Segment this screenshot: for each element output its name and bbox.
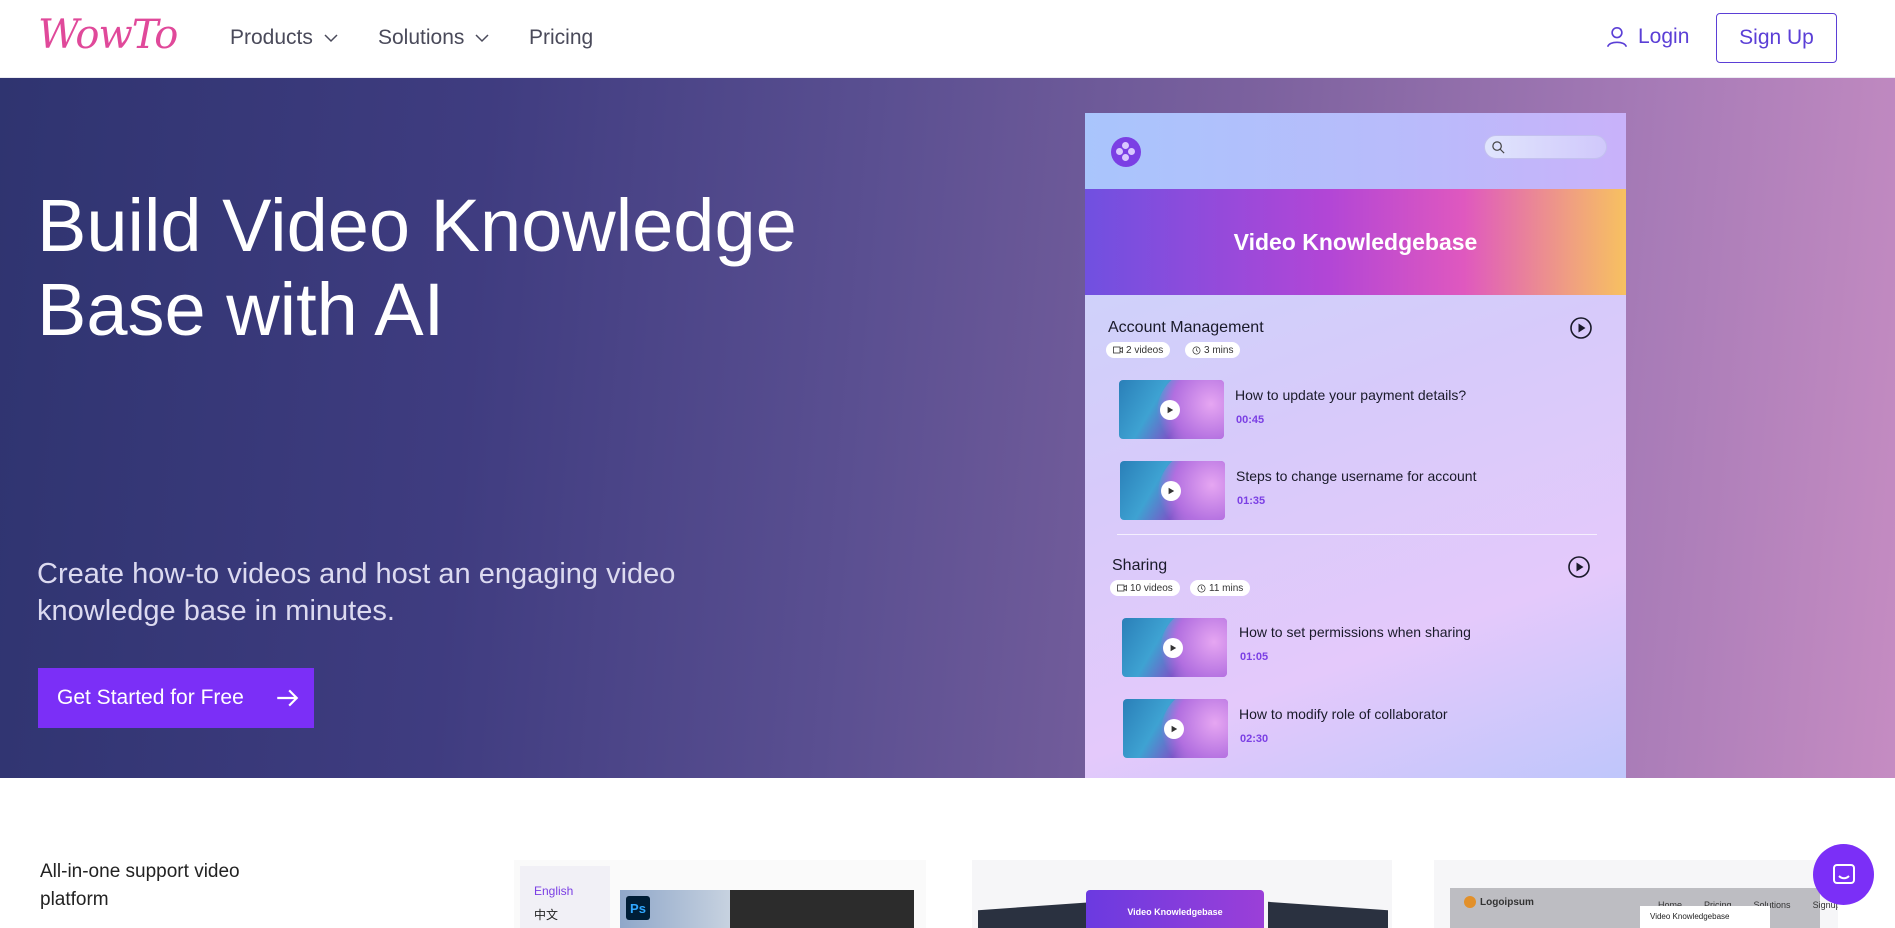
arrow-right-icon <box>277 689 299 707</box>
video-time: 01:05 <box>1240 651 1269 663</box>
platform-heading: All-in-one support video platform <box>40 861 240 910</box>
video-thumbnail[interactable] <box>1123 699 1228 758</box>
preview-panel <box>1268 901 1388 928</box>
video-title[interactable]: Steps to change username for account <box>1236 468 1476 484</box>
mockup-header <box>1085 113 1626 189</box>
play-icon[interactable] <box>1569 316 1593 340</box>
login-link[interactable]: Login <box>1604 24 1689 50</box>
logo-text: Logoipsum <box>1480 896 1534 908</box>
video-title[interactable]: How to update your payment details? <box>1235 387 1466 403</box>
editor-preview: Ps <box>620 890 914 928</box>
section-title: Sharing <box>1112 557 1168 574</box>
mockup-banner: Video Knowledgebase <box>1085 189 1626 295</box>
logo-icon <box>1464 896 1476 908</box>
clock-icon <box>1192 346 1201 354</box>
mockup-search-input[interactable] <box>1484 135 1607 159</box>
photoshop-icon: Ps <box>626 896 650 920</box>
chat-icon <box>1832 863 1855 884</box>
nav-pricing-label: Pricing <box>529 26 594 49</box>
videos-count-label: 10 videos <box>1130 582 1173 594</box>
user-icon <box>1606 26 1628 48</box>
video-time: 00:45 <box>1236 414 1265 426</box>
language-list: English 中文 <box>520 866 610 928</box>
section-divider <box>1117 534 1597 535</box>
chevron-down-icon <box>475 34 489 43</box>
duration-badge: 3 mins <box>1185 342 1241 358</box>
hero-section: Build Video Knowledge Base with AI Creat… <box>0 78 1895 778</box>
video-icon <box>1117 584 1127 592</box>
video-thumbnail[interactable] <box>1120 461 1225 520</box>
get-started-button[interactable]: Get Started for Free <box>38 668 314 728</box>
wowto-logo[interactable]: WowTo <box>38 12 178 58</box>
mockup-logo-icon <box>1111 137 1141 167</box>
video-thumbnail[interactable] <box>1119 380 1224 439</box>
duration-label: 3 mins <box>1204 344 1234 356</box>
search-icon <box>1492 141 1505 154</box>
logoipsum-logo: Logoipsum <box>1464 896 1534 908</box>
feature-card-knowledgebase[interactable]: Video Knowledgebase <box>972 860 1392 928</box>
hero-subtitle: Create how-to videos and host an engagin… <box>37 558 676 627</box>
get-started-label: Get Started for Free <box>57 686 244 709</box>
video-title[interactable]: How to modify role of collaborator <box>1239 706 1448 722</box>
duration-label: 11 mins <box>1209 582 1244 594</box>
preview-mini-card: Video Knowledgebase <box>1640 906 1770 928</box>
language-option[interactable]: English <box>534 884 573 898</box>
videos-count-label: 2 videos <box>1126 344 1164 356</box>
video-icon <box>1113 346 1123 354</box>
videos-count-badge: 2 videos <box>1106 342 1171 358</box>
play-icon <box>1168 487 1175 495</box>
top-nav: WowTo Products Solutions Pricing Login S… <box>0 0 1895 78</box>
feature-card-branding[interactable]: Logoipsum Home Pricing Solutions Signup … <box>1434 860 1838 928</box>
chat-widget-button[interactable] <box>1813 844 1874 905</box>
videos-count-badge: 10 videos <box>1110 580 1180 596</box>
video-thumbnail[interactable] <box>1122 618 1227 677</box>
nav-solutions[interactable]: Solutions <box>378 26 490 50</box>
preview-panel <box>978 901 1098 928</box>
nav-products-label: Products <box>230 26 313 49</box>
nav-pricing[interactable]: Pricing <box>529 26 593 50</box>
nav-products[interactable]: Products <box>230 26 339 50</box>
video-time: 01:35 <box>1237 495 1266 507</box>
nav-solutions-label: Solutions <box>378 26 465 49</box>
play-icon <box>1170 644 1177 652</box>
play-icon <box>1171 725 1178 733</box>
signup-button[interactable]: Sign Up <box>1716 13 1837 63</box>
language-option[interactable]: 中文 <box>534 906 558 923</box>
video-title[interactable]: How to set permissions when sharing <box>1239 624 1471 640</box>
login-label: Login <box>1638 25 1690 48</box>
duration-badge: 11 mins <box>1190 580 1251 596</box>
video-time: 02:30 <box>1240 733 1269 745</box>
section-title: Account Management <box>1108 319 1264 336</box>
knowledgebase-preview-banner: Video Knowledgebase <box>1086 890 1264 928</box>
knowledgebase-mockup: Video Knowledgebase Account Management 2… <box>1085 113 1626 778</box>
feature-card-multilingual[interactable]: English 中文 Ps <box>514 860 926 928</box>
play-icon[interactable] <box>1567 555 1591 579</box>
chevron-down-icon <box>324 34 338 43</box>
play-icon <box>1167 406 1174 414</box>
clock-icon <box>1197 584 1206 592</box>
hero-title: Build Video Knowledge Base with AI <box>37 184 797 351</box>
